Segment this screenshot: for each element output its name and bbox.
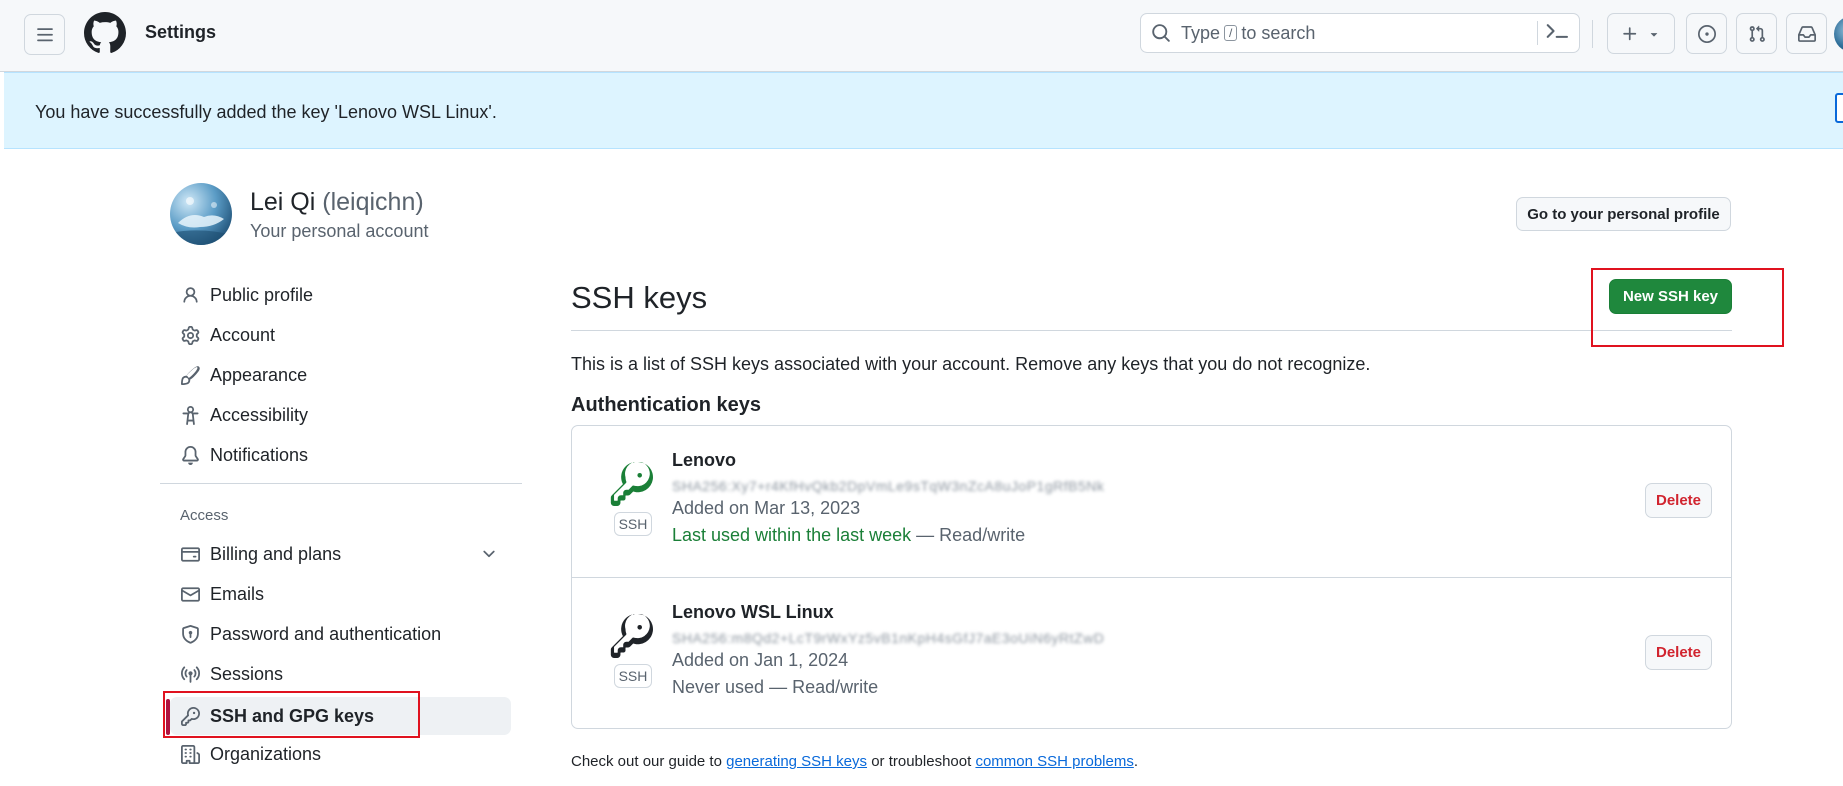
person-icon [179, 284, 201, 306]
organization-icon [179, 743, 201, 765]
title-divider [571, 330, 1732, 331]
sidebar-item-label: Password and authentication [210, 623, 442, 644]
git-pull-request-icon [1749, 25, 1765, 42]
sidebar-section-heading: Access [180, 507, 229, 524]
ssh-key-row: SSH Lenovo SHA256:Xy7+r4KfHvQkb2DpVmLe9s… [572, 426, 1731, 577]
user-name-text: Lei Qi [250, 188, 316, 216]
sidebar-item-label: Organizations [210, 743, 322, 764]
mail-icon [179, 583, 201, 605]
ssh-badge: SSH [614, 512, 652, 536]
search-placeholder-text-2: to search [1241, 22, 1316, 43]
sidebar-item-label: Public profile [210, 284, 314, 305]
sidebar-item-account[interactable]: Account [170, 316, 511, 354]
section-title: SSH keys [571, 280, 708, 315]
authentication-keys-heading: Authentication keys [571, 394, 762, 416]
search-placeholder: Type / to search [1181, 23, 1315, 44]
accessibility-icon [179, 404, 201, 426]
sidebar-item-label: Appearance [210, 364, 308, 385]
broadcast-icon [179, 663, 201, 685]
sidebar-item-label: Sessions [210, 663, 284, 684]
slash-shortcut-key: / [1224, 25, 1238, 41]
key-last-used: Never used [672, 677, 765, 697]
generating-ssh-keys-link[interactable]: generating SSH keys [726, 753, 867, 770]
key-fingerprint: SHA256:Xy7+r4KfHvQkb2DpVmLe9sTqW3nZcA8uJ… [672, 478, 1105, 494]
sidebar-item-label: Notifications [210, 444, 309, 465]
account-type-label: Your personal account [250, 221, 429, 241]
delete-key-button[interactable]: Delete [1645, 635, 1712, 670]
sidebar-item-public-profile[interactable]: Public profile [170, 276, 511, 314]
paintbrush-icon [179, 364, 201, 386]
common-ssh-problems-link[interactable]: common SSH problems [975, 753, 1133, 770]
sidebar-item-notifications[interactable]: Notifications [170, 436, 511, 474]
delete-key-button[interactable]: Delete [1645, 483, 1712, 518]
ssh-badge: SSH [614, 664, 652, 688]
create-new-button[interactable] [1607, 13, 1675, 54]
annotation-box-ssh-gpg-keys [163, 691, 420, 738]
key-added-date: Added on Jan 1, 2024 [672, 650, 849, 670]
sidebar-item-emails[interactable]: Emails [170, 575, 511, 613]
key-fingerprint: SHA256:m8Qd2+LcT9rWxYz5vB1nKpH4sGfJ7aE3o… [672, 630, 1105, 646]
triangle-down-icon [1650, 32, 1658, 37]
command-palette-icon[interactable] [1546, 20, 1568, 42]
key-access: — Read/write [916, 525, 1026, 545]
search-input[interactable]: Type / to search [1140, 13, 1580, 53]
gear-icon [179, 324, 201, 346]
sidebar-item-organizations[interactable]: Organizations [170, 735, 511, 773]
issues-button[interactable] [1686, 13, 1727, 54]
search-icon [1151, 23, 1171, 43]
page-title: Settings [145, 22, 217, 42]
sidebar-item-appearance[interactable]: Appearance [170, 356, 511, 394]
key-title: Lenovo [672, 450, 737, 470]
sidebar-item-password[interactable]: Password and authentication [170, 615, 511, 653]
search-placeholder-text: Type [1181, 22, 1221, 43]
sidebar-item-label: Billing and plans [210, 543, 342, 564]
intro-text: This is a list of SSH keys associated wi… [571, 354, 1371, 374]
credit-card-icon [179, 543, 201, 565]
chevron-down-icon[interactable] [480, 545, 498, 563]
header-divider [1592, 20, 1593, 48]
key-usage: Never used — Read/write [672, 677, 878, 698]
flash-close-button[interactable] [1835, 93, 1843, 123]
success-flash-banner: You have successfully added the key 'Len… [4, 72, 1843, 149]
key-usage: Last used within the last week — Read/wr… [672, 525, 1025, 546]
key-last-used: Last used within the last week [672, 525, 912, 545]
profile-avatar [170, 183, 232, 245]
search-divider [1537, 21, 1538, 45]
user-avatar[interactable] [1834, 16, 1843, 52]
sidebar-item-accessibility[interactable]: Accessibility [170, 396, 511, 434]
help-text-mid: or troubleshoot [871, 753, 972, 770]
go-to-profile-button[interactable]: Go to your personal profile [1516, 197, 1731, 231]
menu-button[interactable] [24, 14, 65, 55]
sidebar-item-billing[interactable]: Billing and plans [170, 535, 511, 573]
help-text-post: . [1133, 753, 1139, 770]
sidebar-item-label: Emails [210, 583, 265, 604]
issue-opened-icon [1697, 24, 1716, 43]
key-access: — Read/write [769, 677, 879, 697]
key-title: Lenovo WSL Linux [672, 602, 834, 622]
plus-icon [1623, 26, 1637, 40]
bell-icon [179, 444, 201, 466]
annotation-box-new-ssh-key [1591, 268, 1784, 347]
ssh-key-row: SSH Lenovo WSL Linux SHA256:m8Qd2+LcT9rW… [572, 577, 1731, 728]
shield-lock-icon [179, 623, 201, 645]
flash-message: You have successfully added the key 'Len… [35, 102, 497, 122]
ssh-key-list: SSH Lenovo SHA256:Xy7+r4KfHvQkb2DpVmLe9s… [571, 425, 1732, 729]
app-header: Settings Type / to search [0, 0, 1843, 72]
inbox-icon [1797, 25, 1816, 42]
pull-requests-button[interactable] [1736, 13, 1777, 54]
key-icon [609, 614, 653, 658]
sidebar-item-label: Accessibility [210, 404, 309, 425]
inbox-button[interactable] [1786, 13, 1827, 54]
ssh-help-note: Check out our guide to generating SSH ke… [571, 753, 1138, 770]
help-text-pre: Check out our guide to [571, 753, 722, 770]
hamburger-icon [36, 27, 53, 41]
sidebar-item-sessions[interactable]: Sessions [170, 655, 511, 693]
github-logo-icon[interactable] [84, 12, 126, 54]
sidebar-item-label: Account [210, 324, 276, 345]
sidebar-divider [160, 483, 522, 484]
user-login-text: (leiqichn) [322, 188, 424, 216]
key-icon [609, 462, 653, 506]
user-display-name[interactable]: Lei Qi (leiqichn) [250, 188, 424, 217]
key-added-date: Added on Mar 13, 2023 [672, 498, 861, 518]
